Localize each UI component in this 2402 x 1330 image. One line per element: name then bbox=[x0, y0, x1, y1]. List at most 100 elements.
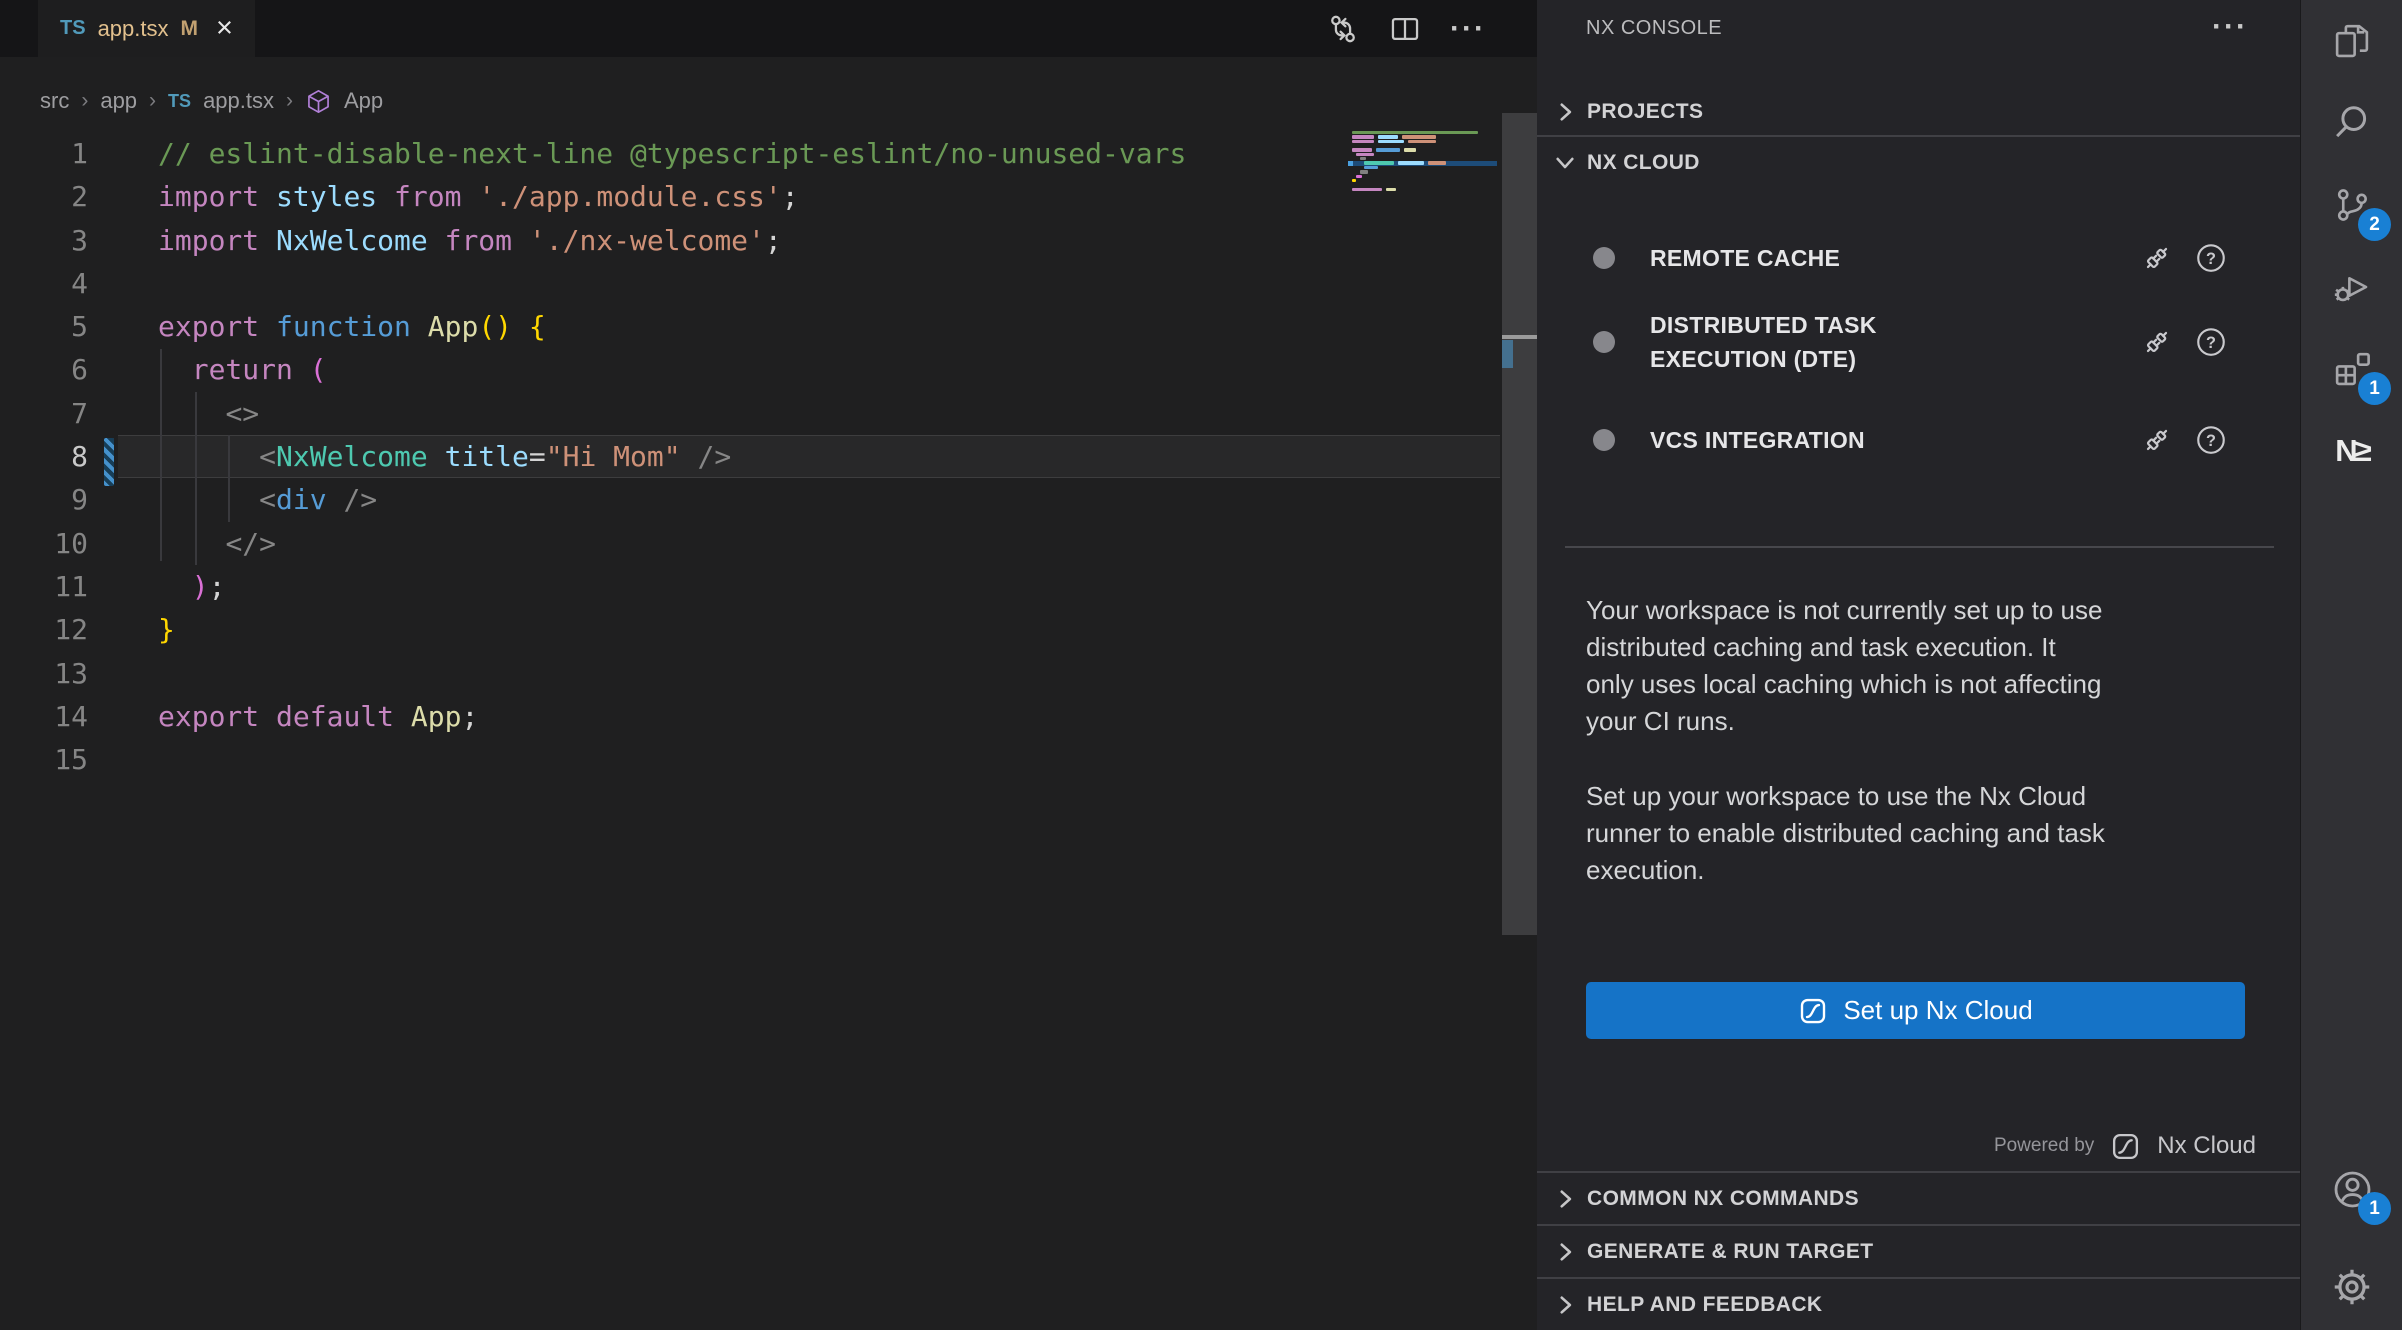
connect-plug-icon[interactable] bbox=[2139, 324, 2175, 360]
breadcrumb-file[interactable]: app.tsx bbox=[203, 88, 274, 114]
activity-item-nx-console[interactable]: N≥ bbox=[2301, 410, 2402, 492]
minimap-code-line bbox=[1364, 161, 1394, 164]
code-line[interactable]: 3import NxWelcome from './nx-welcome'; bbox=[0, 219, 1537, 262]
breadcrumb-symbol[interactable]: App bbox=[344, 88, 383, 114]
line-number: 13 bbox=[0, 652, 88, 695]
code-text: <div /> bbox=[158, 478, 377, 521]
minimap-code-line bbox=[1352, 179, 1356, 182]
close-tab-icon[interactable]: × bbox=[216, 14, 233, 43]
minimap-code-line bbox=[1404, 148, 1416, 151]
badge-count: 1 bbox=[2358, 1192, 2391, 1225]
more-actions-icon[interactable]: ··· bbox=[1450, 19, 1486, 39]
nx-logo-icon: N≥ bbox=[2335, 433, 2368, 469]
code-line[interactable]: 1// eslint-disable-next-line @typescript… bbox=[0, 132, 1537, 175]
code-text: import styles from './app.module.css'; bbox=[158, 175, 799, 218]
line-number: 3 bbox=[0, 219, 88, 262]
editor-actions: ··· bbox=[1326, 0, 1486, 57]
indent-guide bbox=[195, 392, 197, 565]
minimap-code-line bbox=[1360, 170, 1368, 173]
line-number: 11 bbox=[0, 565, 88, 608]
section-nx-cloud[interactable]: NX CLOUD bbox=[1537, 139, 2315, 186]
tab-app-tsx[interactable]: TS app.tsx M × bbox=[38, 0, 255, 57]
nx-cloud-feature-row: REMOTE CACHE? bbox=[1537, 228, 2300, 288]
panel-more-actions-icon[interactable]: ··· bbox=[2212, 10, 2248, 44]
code-line[interactable]: 12} bbox=[0, 608, 1537, 651]
nx-cloud-logo-icon bbox=[1798, 996, 1828, 1026]
badge-count: 2 bbox=[2358, 208, 2391, 241]
activity-item-explorer[interactable] bbox=[2301, 0, 2402, 82]
activity-item-settings[interactable] bbox=[2301, 1246, 2402, 1328]
feature-label: VCS INTEGRATION bbox=[1650, 423, 1970, 457]
code-line[interactable]: 8 <NxWelcome title="Hi Mom" /> bbox=[0, 435, 1537, 478]
status-dot bbox=[1593, 331, 1615, 353]
line-number: 1 bbox=[0, 132, 88, 175]
tab-filename: app.tsx bbox=[98, 16, 169, 42]
code-line[interactable]: 6 return ( bbox=[0, 348, 1537, 391]
connect-plug-icon[interactable] bbox=[2139, 422, 2175, 458]
code-line[interactable]: 11 ); bbox=[0, 565, 1537, 608]
editor-scrollbar[interactable] bbox=[1502, 113, 1537, 935]
explorer-icon bbox=[2331, 20, 2373, 62]
tab-bar: TS app.tsx M × ··· bbox=[0, 0, 1537, 57]
split-editor-icon[interactable] bbox=[1388, 12, 1422, 46]
section-label: GENERATE & RUN TARGET bbox=[1587, 1240, 1873, 1264]
setup-nx-cloud-button[interactable]: Set up Nx Cloud bbox=[1586, 982, 2245, 1039]
code-line[interactable]: 10 </> bbox=[0, 522, 1537, 565]
minimap-code-line bbox=[1378, 135, 1398, 138]
line-number: 8 bbox=[0, 435, 88, 478]
code-text: ); bbox=[158, 565, 225, 608]
code-line[interactable]: 15 bbox=[0, 738, 1537, 781]
nx-cloud-feature-row: VCS INTEGRATION? bbox=[1537, 410, 2300, 470]
minimap-code-line bbox=[1352, 148, 1372, 151]
status-dot bbox=[1593, 247, 1615, 269]
breadcrumb-src[interactable]: src bbox=[40, 88, 69, 114]
activity-item-extensions[interactable]: 1 bbox=[2301, 328, 2402, 410]
code-line[interactable]: 2 import styles from './app.module.css'; bbox=[0, 175, 1537, 218]
svg-text:?: ? bbox=[2206, 432, 2216, 450]
minimap-code-line bbox=[1386, 188, 1396, 191]
code-line[interactable]: 5export function App() { bbox=[0, 305, 1537, 348]
section-label: NX CLOUD bbox=[1587, 151, 1700, 175]
line-number: 6 bbox=[0, 348, 88, 391]
section-common-nx-commands[interactable]: COMMON NX COMMANDS bbox=[1537, 1171, 2300, 1224]
section-generate-run-target[interactable]: GENERATE & RUN TARGET bbox=[1537, 1224, 2300, 1277]
vscode-window: TS app.tsx M × ··· bbox=[0, 0, 2402, 1330]
divider bbox=[1565, 546, 2274, 548]
section-label: HELP AND FEEDBACK bbox=[1587, 1293, 1822, 1317]
activity-item-run-debug[interactable] bbox=[2301, 246, 2402, 328]
minimap-code-line bbox=[1356, 153, 1374, 156]
editor-region: TS app.tsx M × ··· bbox=[0, 0, 1537, 1330]
code-line[interactable]: 14export default App; bbox=[0, 695, 1537, 738]
minimap-code-line bbox=[1356, 175, 1362, 178]
line-number: 9 bbox=[0, 478, 88, 521]
powered-by: Powered by Nx Cloud bbox=[1994, 1126, 2256, 1166]
activity-item-search[interactable] bbox=[2301, 82, 2402, 164]
code-line[interactable]: 13 bbox=[0, 652, 1537, 695]
section-help-and-feedback[interactable]: HELP AND FEEDBACK bbox=[1537, 1277, 2300, 1330]
breadcrumb-separator: › bbox=[81, 89, 88, 113]
line-number: 2 bbox=[0, 175, 88, 218]
run-debug-icon bbox=[2331, 266, 2373, 308]
code-text: export default App; bbox=[158, 695, 478, 738]
powered-by-label: Powered by bbox=[1994, 1135, 2094, 1157]
activity-item-accounts[interactable]: 1 bbox=[2301, 1148, 2402, 1230]
activity-bar: 2 1 N≥ 1 bbox=[2300, 0, 2402, 1330]
overview-ruler-cursor-marker bbox=[1502, 335, 1537, 339]
nx-cloud-logo-icon bbox=[2110, 1131, 2141, 1162]
section-projects[interactable]: PROJECTS bbox=[1537, 88, 2315, 137]
code-line[interactable]: 9 <div /> bbox=[0, 478, 1537, 521]
chevron-right-icon bbox=[1552, 99, 1578, 125]
help-icon[interactable]: ? bbox=[2194, 241, 2228, 275]
minimap[interactable] bbox=[1348, 131, 1497, 201]
connect-plug-icon[interactable] bbox=[2139, 240, 2175, 276]
code-line[interactable]: 7 <> bbox=[0, 392, 1537, 435]
activity-item-source-control[interactable]: 2 bbox=[2301, 164, 2402, 246]
typescript-file-icon: TS bbox=[60, 17, 86, 40]
minimap-code-line bbox=[1402, 135, 1436, 138]
help-icon[interactable]: ? bbox=[2194, 325, 2228, 359]
code-line[interactable]: 4 bbox=[0, 262, 1537, 305]
breadcrumb-app[interactable]: app bbox=[100, 88, 137, 114]
help-icon[interactable]: ? bbox=[2194, 423, 2228, 457]
open-changes-icon[interactable] bbox=[1326, 12, 1360, 46]
feature-label: REMOTE CACHE bbox=[1650, 241, 1970, 275]
